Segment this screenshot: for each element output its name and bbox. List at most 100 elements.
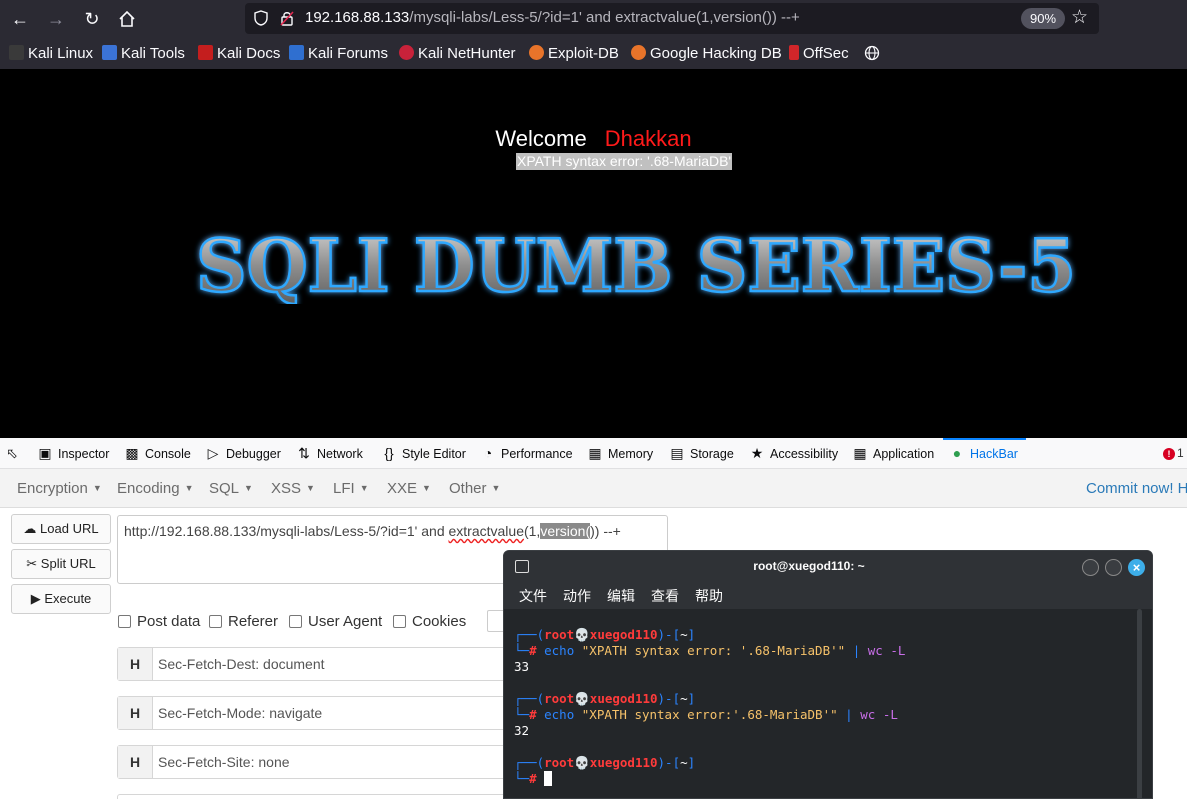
menu-edit[interactable]: 编辑 — [607, 586, 635, 606]
cookies-checkbox[interactable]: Cookies — [393, 613, 466, 630]
bookmark-kali-linux[interactable]: Kali Linux — [9, 45, 93, 62]
style-editor-icon: {} — [384, 445, 394, 461]
bookmark-star-icon[interactable]: ☆ — [1071, 6, 1088, 29]
caret-down-icon: ▼ — [422, 483, 431, 493]
header-row[interactable] — [117, 794, 517, 799]
minimize-button[interactable] — [1082, 559, 1099, 576]
tab-storage[interactable]: ▤ Storage — [669, 438, 733, 469]
url-bar[interactable]: 192.168.88.133/mysqli-labs/Less-5/?id=1'… — [245, 3, 1099, 34]
caret-down-icon: ▼ — [244, 483, 253, 493]
terminal-scrollbar[interactable] — [1137, 609, 1142, 798]
back-arrow-icon[interactable]: ← — [7, 6, 33, 32]
close-button[interactable]: × — [1128, 559, 1145, 576]
checkbox-box — [209, 615, 222, 628]
terminal-window[interactable]: root@xuegod110: ~ × 文件 动作 编辑 查看 帮助 ┌──(r… — [503, 550, 1153, 799]
forward-arrow-icon[interactable]: → — [43, 6, 69, 32]
memory-icon: ▦ — [588, 445, 602, 461]
terminal-output[interactable]: ┌──(root💀xuegod110)-[~] └─# echo "XPATH … — [504, 609, 1152, 798]
menu-xxe[interactable]: XXE ▼ — [387, 480, 431, 497]
home-icon[interactable] — [114, 6, 140, 32]
bookmark-kali-forums[interactable]: Kali Forums — [289, 45, 388, 62]
tab-memory[interactable]: ▦ Memory — [587, 438, 653, 469]
menu-file[interactable]: 文件 — [519, 586, 547, 606]
execute-button[interactable]: ▶ Execute — [11, 584, 111, 614]
command-line: └─# — [514, 771, 553, 786]
error-count-badge[interactable]: ! 1 — [1163, 446, 1184, 460]
post-data-checkbox[interactable]: Post data — [118, 613, 200, 630]
tab-application[interactable]: ▦ Application — [852, 438, 934, 469]
nethunter-icon — [399, 45, 414, 60]
caret-down-icon: ▼ — [491, 483, 501, 493]
tab-inspector[interactable]: ▣ Inspector — [37, 438, 109, 469]
checkbox-box — [118, 615, 131, 628]
performance-icon: ◔ — [483, 445, 493, 461]
bookmark-exploit-db[interactable]: Exploit-DB — [529, 45, 619, 62]
terminal-titlebar[interactable]: root@xuegod110: ~ × — [504, 551, 1152, 583]
bookmarks-toolbar: Kali Linux Kali Tools Kali Docs Kali For… — [0, 37, 1187, 69]
banner-text: SQLI DUMB SERIES-5 — [196, 229, 1076, 304]
menu-help[interactable]: 帮助 — [695, 586, 723, 606]
play-circle-icon: ▶ — [30, 591, 41, 606]
insecure-lock-icon[interactable] — [279, 10, 295, 26]
menu-xss[interactable]: XSS ▼ — [271, 480, 315, 497]
bookmark-offsec[interactable]: OffSec — [789, 45, 849, 62]
bookmark-kali-nethunter[interactable]: Kali NetHunter — [399, 45, 516, 62]
bookmark-google-hacking-db[interactable]: Google Hacking DB — [631, 45, 782, 62]
console-icon: ▩ — [125, 445, 139, 461]
reload-icon[interactable]: ↻ — [79, 6, 105, 32]
menu-sql[interactable]: SQL ▼ — [209, 480, 253, 497]
zoom-level-badge[interactable]: 90% — [1021, 8, 1065, 29]
kali-docs-icon — [198, 45, 213, 60]
caret-down-icon: ▼ — [184, 483, 194, 493]
accessibility-icon: ★ — [750, 445, 764, 461]
header-row[interactable]: H Sec-Fetch-Mode: navigate — [117, 696, 517, 730]
user-agent-checkbox[interactable]: User Agent — [289, 613, 382, 630]
referer-checkbox[interactable]: Referer — [209, 613, 278, 630]
xpath-error-message: XPATH syntax error: '.68-MariaDB' — [516, 153, 733, 170]
tracking-shield-icon[interactable] — [253, 10, 269, 26]
globe-icon[interactable] — [864, 45, 880, 65]
terminal-title: root@xuegod110: ~ — [753, 559, 865, 573]
bookmark-kali-docs[interactable]: Kali Docs — [198, 45, 280, 62]
caret-down-icon: ▼ — [92, 483, 102, 493]
exploit-db-icon — [529, 45, 544, 60]
tab-style-editor[interactable]: {} Style Editor — [381, 438, 466, 469]
kali-dragon-icon — [9, 45, 24, 60]
url-text[interactable]: 192.168.88.133/mysqli-labs/Less-5/?id=1'… — [305, 9, 800, 26]
menu-view[interactable]: 查看 — [651, 586, 679, 606]
menu-action[interactable]: 动作 — [563, 586, 591, 606]
checkbox-box — [393, 615, 406, 628]
tab-console[interactable]: ▩ Console — [124, 438, 191, 469]
command-line: └─# echo "XPATH syntax error:'.68-MariaD… — [514, 707, 898, 722]
error-icon: ! — [1163, 448, 1175, 460]
output-line: 32 — [514, 723, 530, 738]
kali-tools-icon — [102, 45, 117, 60]
hackbar-icon: ● — [952, 445, 962, 461]
menu-other[interactable]: Other ▼ — [449, 480, 500, 497]
header-row[interactable]: H Sec-Fetch-Site: none — [117, 745, 517, 779]
split-url-button[interactable]: ✂ Split URL — [11, 549, 111, 579]
ghdb-icon — [631, 45, 646, 60]
menu-encryption[interactable]: Encryption ▼ — [17, 480, 102, 497]
bookmark-kali-tools[interactable]: Kali Tools — [102, 45, 185, 62]
commit-now-link[interactable]: Commit now! Ha — [1086, 480, 1187, 497]
element-picker-icon[interactable]: ⬁ — [4, 438, 25, 469]
menu-lfi[interactable]: LFI ▼ — [333, 480, 369, 497]
maximize-button[interactable] — [1105, 559, 1122, 576]
header-row[interactable]: H Sec-Fetch-Dest: document — [117, 647, 517, 681]
tab-accessibility[interactable]: ★ Accessibility — [749, 438, 838, 469]
storage-icon: ▤ — [670, 445, 684, 461]
checkbox-box — [289, 615, 302, 628]
welcome-line: Welcome Dhakkan — [495, 126, 692, 151]
command-line: └─# echo "XPATH syntax error: '.68-Maria… — [514, 643, 906, 658]
application-icon: ▦ — [853, 445, 867, 461]
tab-debugger[interactable]: ▷ Debugger — [205, 438, 281, 469]
load-url-button[interactable]: ☁ Load URL — [11, 514, 111, 544]
scissors-icon: ✂ — [26, 556, 38, 571]
browser-toolbar: ← → ↻ 192.168.88.133/mysqli-labs/Less-5/… — [0, 0, 1187, 37]
network-icon: ⇅ — [298, 445, 310, 461]
tab-hackbar[interactable]: ● HackBar — [943, 438, 1026, 469]
tab-network[interactable]: ⇅ Network — [296, 438, 363, 469]
menu-encoding[interactable]: Encoding ▼ — [117, 480, 193, 497]
tab-performance[interactable]: ◔ Performance — [480, 438, 573, 469]
